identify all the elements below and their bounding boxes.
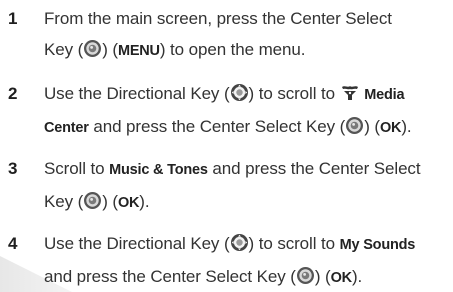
- step-text: Scroll to Music & Tones and press the Ce…: [44, 153, 444, 219]
- text: ) (: [314, 267, 331, 286]
- directional-key-icon: [230, 83, 249, 102]
- text: ) to scroll to: [248, 84, 340, 103]
- text: ).: [351, 267, 363, 286]
- text: and press the Center Select: [207, 159, 421, 178]
- step-line: Key ( ) (OK).: [44, 186, 444, 219]
- step-number: 4: [8, 234, 18, 253]
- center-select-key-icon: [83, 191, 102, 210]
- step-line: Use the Directional Key () to scroll to …: [44, 228, 444, 261]
- softkey-label: OK: [330, 270, 353, 286]
- softkey-label: OK: [379, 120, 402, 136]
- menu-item-label: Media: [364, 87, 405, 103]
- center-select-key-icon: [296, 266, 315, 285]
- step-line: From the main screen, press the Center S…: [44, 3, 444, 34]
- text: ) to scroll to: [248, 234, 340, 253]
- step-line: Center and press the Center Select Key (…: [44, 111, 444, 144]
- text: Key (: [44, 40, 84, 59]
- text: Use the Directional Key (: [44, 234, 230, 253]
- text: Key (: [44, 192, 84, 211]
- step-text: From the main screen, press the Center S…: [44, 3, 444, 67]
- step-line: Key ( ) (MENU) to open the menu.: [44, 34, 444, 67]
- text: From the main screen, press the Center S…: [44, 9, 392, 28]
- center-select-key-icon: [345, 116, 364, 135]
- step-number: 3: [8, 159, 18, 178]
- menu-item-label: Center: [44, 120, 89, 136]
- text: ).: [401, 117, 412, 136]
- media-center-icon: [340, 84, 360, 102]
- text: Use the Directional Key (: [44, 84, 230, 103]
- step-line: and press the Center Select Key ( ) (OK).: [44, 261, 444, 292]
- center-select-key-icon: [83, 39, 102, 58]
- text: ) (: [364, 117, 380, 136]
- text: Scroll to: [44, 159, 110, 178]
- menu-item-label: Music & Tones: [109, 162, 208, 178]
- text: ) (: [102, 40, 118, 59]
- softkey-label: MENU: [117, 43, 160, 59]
- step-number: 1: [8, 9, 18, 28]
- step-line: Scroll to Music & Tones and press the Ce…: [44, 153, 444, 186]
- text: and press the Center Select Key (: [44, 267, 296, 286]
- text: and press the Center Select Key (: [88, 117, 346, 136]
- step-text: Use the Directional Key () to scroll to …: [44, 228, 444, 292]
- text: ) (: [102, 192, 118, 211]
- menu-item-label: My Sounds: [339, 237, 416, 253]
- text: ).: [139, 192, 150, 211]
- step-line: Use the Directional Key () to scroll to …: [44, 78, 444, 111]
- directional-key-icon: [230, 233, 249, 252]
- softkey-label: OK: [117, 195, 140, 211]
- step-number: 2: [8, 84, 18, 103]
- step-text: Use the Directional Key () to scroll to …: [44, 78, 444, 144]
- text: ) to open the menu.: [159, 40, 306, 59]
